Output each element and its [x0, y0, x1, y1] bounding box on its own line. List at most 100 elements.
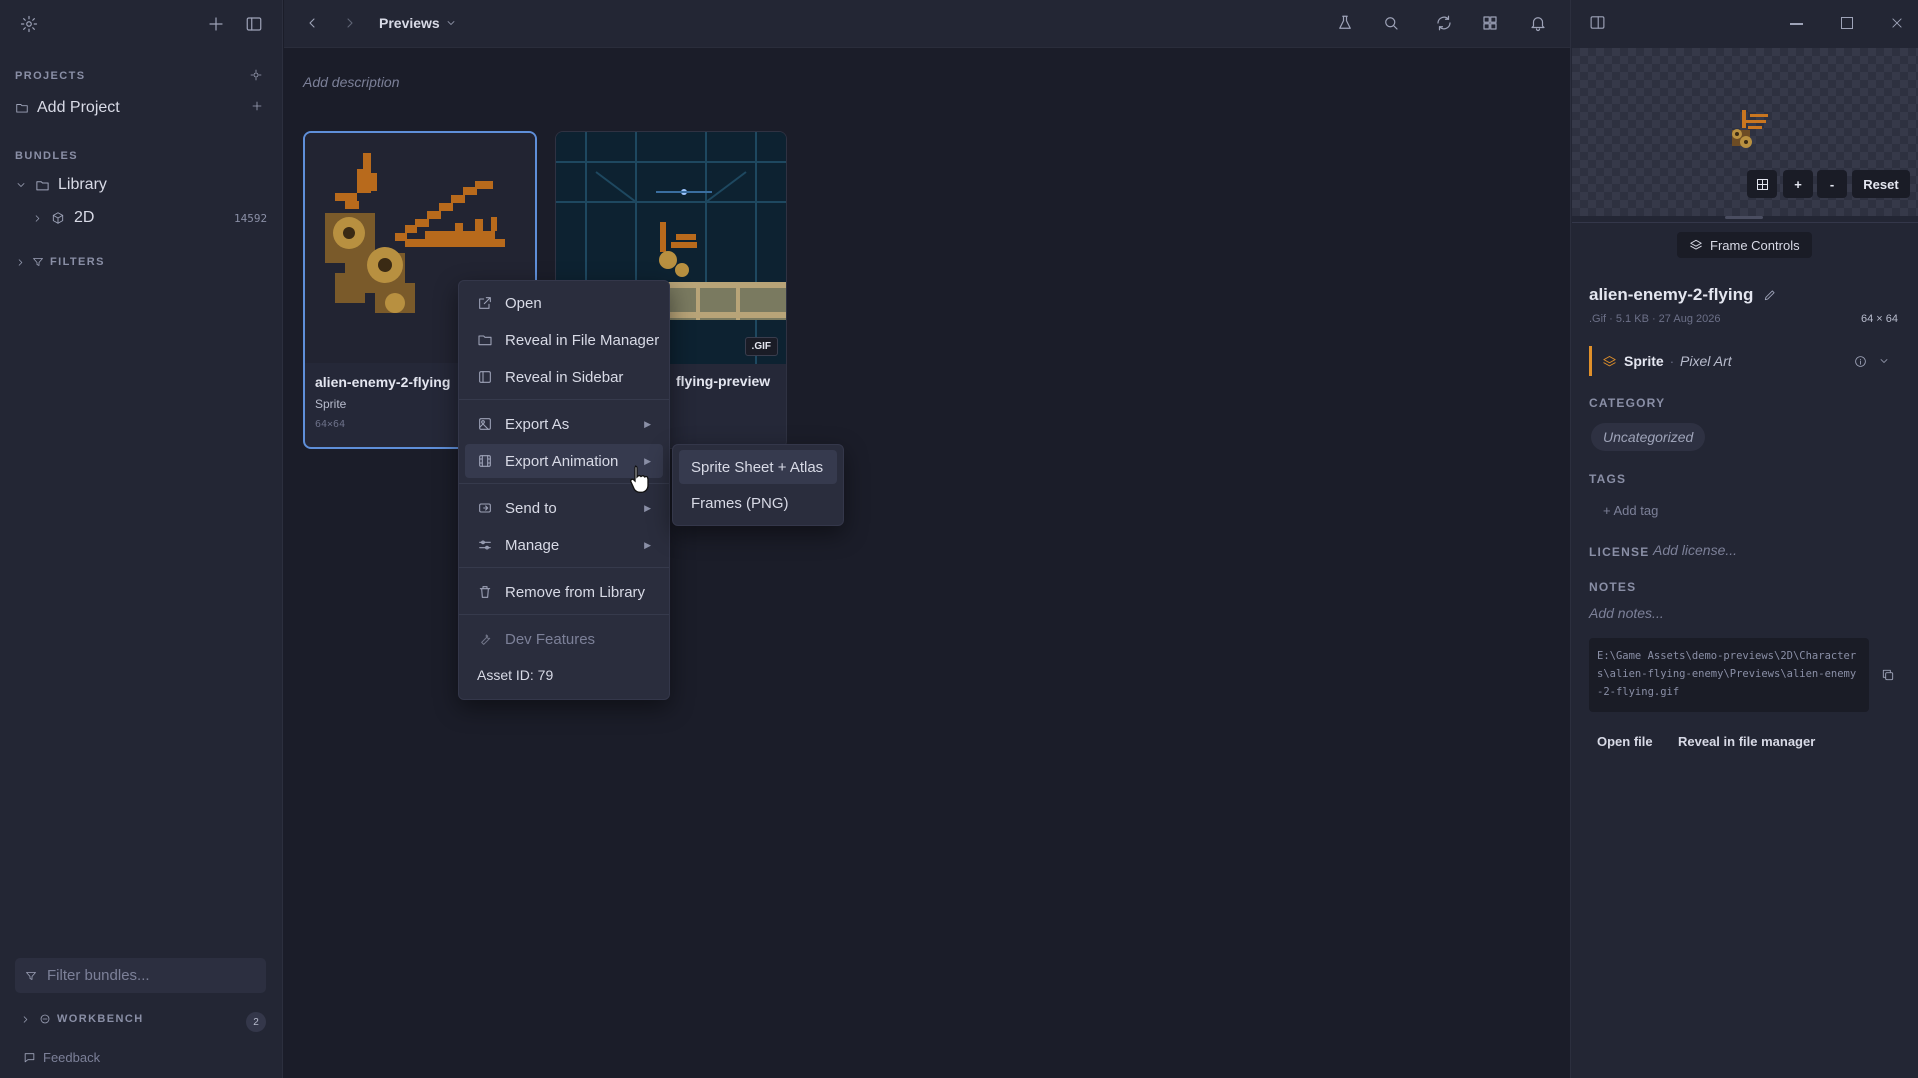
feedback-link[interactable]: Feedback [23, 1050, 100, 1065]
notes-input[interactable]: Add notes... [1589, 605, 1664, 621]
file-path-box: E:\Game Assets\demo-previews\2D\Characte… [1589, 638, 1869, 712]
sidebar-item-2d[interactable]: 2D [32, 209, 94, 227]
flask-icon[interactable] [1336, 14, 1354, 32]
license-input[interactable]: Add license... [1653, 542, 1737, 558]
projects-settings-icon[interactable] [250, 69, 262, 81]
card-dimensions: 64×64 [315, 419, 346, 430]
sprite-preview-canvas[interactable]: + - Reset [1572, 48, 1918, 216]
submenu-arrow-icon: ▶ [644, 418, 651, 429]
edit-pencil-icon[interactable] [1763, 288, 1777, 302]
submenu-item-label: Frames (PNG) [691, 494, 789, 512]
trash-icon [479, 586, 491, 598]
reveal-file-manager-button[interactable]: Reveal in file manager [1678, 734, 1815, 749]
panel-divider [1572, 222, 1918, 223]
chevron-right-icon [35, 214, 40, 222]
cube-icon [52, 212, 64, 224]
zoom-in-button[interactable]: + [1783, 170, 1813, 198]
frame-controls-label: Frame Controls [1710, 237, 1800, 253]
close-icon[interactable] [1890, 16, 1904, 30]
description-placeholder[interactable]: Add description [303, 74, 400, 90]
sidebar: PROJECTS Add Project BUNDLES Library 2D … [0, 0, 283, 1078]
info-icon [1855, 355, 1866, 367]
card-title: alien-enemy-2-flying [315, 374, 451, 390]
hand-cursor-icon [628, 464, 652, 494]
copy-path-icon[interactable] [1881, 668, 1895, 682]
menu-divider [459, 399, 669, 400]
menu-item-reveal-file-manager[interactable]: Reveal in File Manager [465, 323, 663, 357]
asset-dimensions: 64 × 64 [1861, 313, 1899, 325]
folder-2d-label: 2D [74, 209, 95, 226]
folder-open-icon [36, 180, 49, 190]
category-label: CATEGORY [1589, 396, 1666, 410]
menu-item-dev-features[interactable]: Dev Features [465, 622, 663, 656]
menu-divider [459, 614, 669, 615]
menu-item-manage[interactable]: Manage ▶ [465, 528, 663, 562]
sprite-preview-image [1732, 110, 1768, 148]
card-subtitle: Sprite [315, 397, 347, 411]
export-animation-submenu: Sprite Sheet + Atlas Frames (PNG) [672, 444, 844, 526]
minimize-icon[interactable] [1790, 23, 1803, 25]
zoom-out-button[interactable]: - [1817, 170, 1847, 198]
asset-meta: .Gif · 5.1 KB · 27 Aug 2026 [1589, 313, 1721, 325]
grid-view-icon[interactable] [1481, 14, 1499, 32]
workbench-icon [40, 1014, 50, 1024]
menu-item-label: Dev Features [505, 630, 596, 648]
toggle-panel-icon[interactable] [1589, 14, 1606, 31]
submenu-item-sprite-sheet[interactable]: Sprite Sheet + Atlas [679, 450, 837, 484]
menu-item-reveal-sidebar[interactable]: Reveal in Sidebar [465, 360, 663, 394]
chevron-right-icon [18, 258, 23, 266]
add-project-item[interactable]: Add Project [15, 99, 120, 117]
menu-item-remove[interactable]: Remove from Library [465, 575, 663, 609]
back-icon[interactable] [304, 15, 320, 31]
category-chip[interactable]: Uncategorized [1591, 423, 1706, 451]
toggle-sidebar-icon[interactable] [245, 15, 263, 33]
forward-icon[interactable] [342, 15, 358, 31]
add-icon[interactable] [207, 15, 225, 33]
breadcrumb[interactable]: Previews [379, 15, 457, 31]
refresh-icon[interactable] [1435, 14, 1453, 32]
layers-icon [1690, 239, 1702, 250]
add-tag-button[interactable]: + Add tag [1603, 503, 1658, 518]
filter-icon [26, 971, 36, 980]
grid-icon [1756, 178, 1768, 190]
chevron-right-icon [23, 1015, 28, 1023]
menu-item-send-to[interactable]: Send to ▶ [465, 491, 663, 525]
filters-label: FILTERS [50, 256, 105, 268]
bell-icon[interactable] [1529, 14, 1547, 32]
sidebar-item-library[interactable]: Library [15, 176, 107, 194]
asset-type: Sprite [1624, 353, 1664, 369]
maximize-icon[interactable] [1841, 17, 1853, 29]
add-project-plus-icon[interactable] [251, 100, 263, 112]
submenu-item-frames-png[interactable]: Frames (PNG) [679, 486, 837, 520]
folder-open-icon [478, 335, 492, 346]
menu-divider [459, 567, 669, 568]
resize-handle[interactable] [1725, 216, 1763, 219]
bundles-section-label: BUNDLES [15, 150, 78, 162]
submenu-arrow-icon: ▶ [644, 502, 651, 513]
asset-id-label: Asset ID: 79 [477, 667, 554, 683]
settings-gear-icon[interactable] [20, 15, 38, 33]
menu-item-label: Manage [505, 536, 560, 554]
grid-toggle-button[interactable] [1747, 170, 1777, 198]
search-icon[interactable] [1382, 14, 1400, 32]
layers-icon [1603, 355, 1616, 366]
folder-icon [16, 104, 28, 113]
type-separator: · [1669, 353, 1675, 369]
menu-item-open[interactable]: Open [465, 286, 663, 320]
asset-type-row[interactable]: Sprite · Pixel Art [1589, 346, 1901, 376]
chevron-down-icon [1880, 359, 1888, 363]
menu-item-export-as[interactable]: Export As ▶ [465, 407, 663, 441]
asset-style: Pixel Art [1680, 353, 1732, 369]
open-file-button[interactable]: Open file [1597, 734, 1653, 749]
menu-item-label: Send to [505, 499, 557, 517]
film-icon [479, 455, 491, 467]
filter-bundles-input[interactable]: Filter bundles... [15, 958, 266, 993]
add-project-label: Add Project [37, 99, 120, 116]
projects-section-label: PROJECTS [15, 70, 86, 82]
notes-label: NOTES [1589, 580, 1637, 594]
reset-zoom-button[interactable]: Reset [1852, 170, 1910, 198]
filters-section[interactable]: FILTERS [15, 256, 105, 268]
feedback-label: Feedback [43, 1050, 101, 1065]
workbench-section[interactable]: WORKBENCH [20, 1013, 144, 1025]
frame-controls-button[interactable]: Frame Controls [1677, 232, 1812, 258]
